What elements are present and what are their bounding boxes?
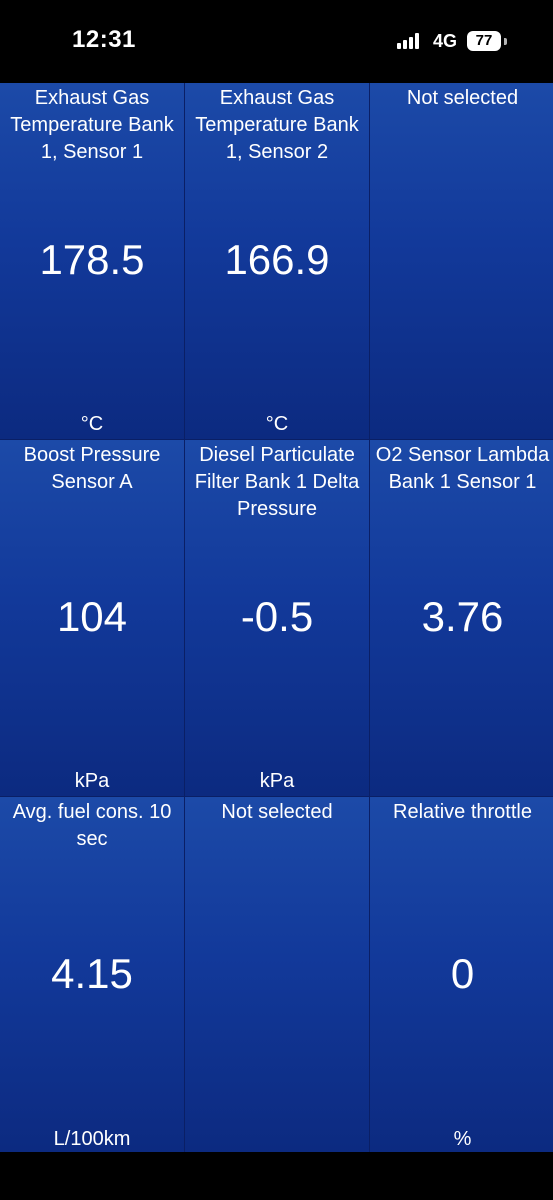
gauge-unit: kPa (259, 770, 295, 792)
gauge-title: Not selected (406, 87, 519, 109)
gauge-value: 166.9 (224, 236, 330, 283)
gauge-tile[interactable]: Relative throttle 0 % (370, 797, 553, 1154)
gauge-grid: Exhaust Gas Temperature Bank 1, Sensor 1… (0, 83, 553, 1154)
status-bar: 12:31 4G 77 (0, 0, 553, 83)
status-time: 12:31 (72, 26, 136, 53)
gauge-tile[interactable]: Exhaust Gas Temperature Bank 1, Sensor 1… (0, 83, 184, 439)
battery-icon: 77 (467, 31, 507, 51)
gauge-title: Relative throttle (393, 801, 532, 823)
gauge-title: Exhaust Gas Temperature Bank 1, Sensor 2 (195, 87, 359, 163)
gauge-title: Exhaust Gas Temperature Bank 1, Sensor 1 (10, 87, 174, 163)
gauge-tile[interactable]: Diesel Particulate Filter Bank 1 Delta P… (185, 440, 369, 796)
gauge-title: Diesel Particulate Filter Bank 1 Delta P… (194, 444, 360, 520)
gauge-unit: kPa (74, 770, 110, 792)
gauge-value: 178.5 (39, 236, 145, 283)
gauge-value: 0 (450, 950, 475, 997)
gauge-value: 104 (56, 593, 128, 640)
gauge-unit: °C (265, 413, 289, 435)
gauge-tile[interactable]: Exhaust Gas Temperature Bank 1, Sensor 2… (185, 83, 369, 439)
gauge-title: Not selected (221, 801, 333, 823)
gauge-title: Boost Pressure Sensor A (23, 444, 161, 493)
gauge-unit: °C (80, 413, 104, 435)
gauge-tile[interactable]: Not selected (370, 83, 553, 439)
network-type: 4G (433, 31, 458, 51)
gauge-value: 4.15 (51, 950, 133, 997)
battery-level: 77 (467, 31, 501, 51)
gauge-title: O2 Sensor Lambda Bank 1 Sensor 1 (375, 444, 550, 493)
gauge-tile[interactable]: Not selected (185, 797, 369, 1154)
gauge-title: Avg. fuel cons. 10 sec (12, 801, 172, 850)
gauge-unit: % (453, 1128, 472, 1150)
bottom-bar (0, 1152, 553, 1200)
gauge-value: 3.76 (421, 593, 504, 640)
gauge-unit: L/100km (53, 1128, 131, 1150)
gauge-tile[interactable]: Avg. fuel cons. 10 sec 4.15 L/100km (0, 797, 184, 1154)
gauge-value: -0.5 (240, 593, 314, 640)
gauge-tile[interactable]: Boost Pressure Sensor A 104 kPa (0, 440, 184, 796)
gauge-tile[interactable]: O2 Sensor Lambda Bank 1 Sensor 1 3.76 (370, 440, 553, 796)
cellular-signal-icon (397, 33, 425, 49)
